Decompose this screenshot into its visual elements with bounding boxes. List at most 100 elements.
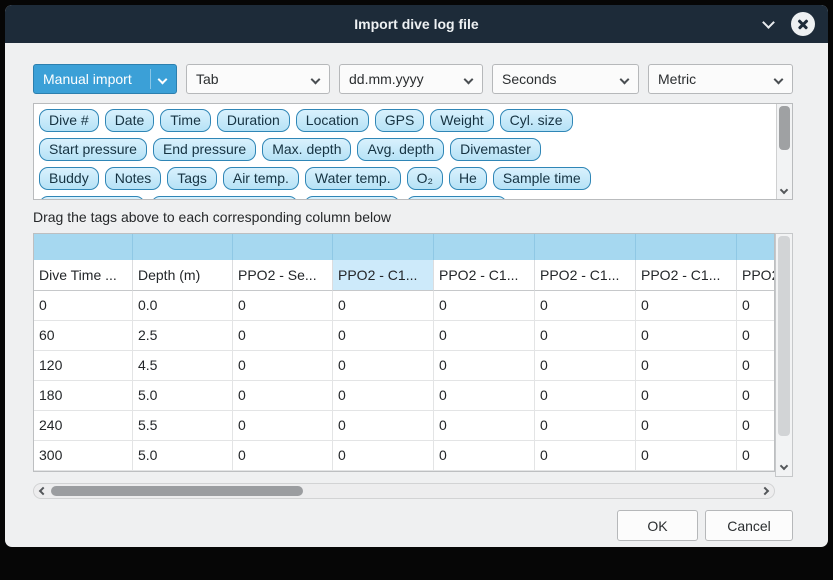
table-row: 00.0000000 xyxy=(34,291,775,321)
table-cell: 0 xyxy=(737,321,775,351)
chevron-down-icon xyxy=(464,75,474,85)
drag-tag[interactable]: Tags xyxy=(167,167,217,190)
field-separator-select[interactable]: Tab xyxy=(186,64,330,94)
window-title: Import dive log file xyxy=(354,16,478,32)
drop-target-cell[interactable] xyxy=(434,234,535,260)
drop-target-cell[interactable] xyxy=(737,234,775,260)
drag-tag[interactable]: He xyxy=(449,167,487,190)
drag-tag[interactable]: Water temp. xyxy=(305,167,401,190)
close-button[interactable] xyxy=(791,12,815,36)
chevron-left-icon[interactable] xyxy=(39,487,47,495)
drag-tag[interactable]: Air temp. xyxy=(223,167,299,190)
table-cell: 0 xyxy=(333,381,434,411)
chevron-down-icon xyxy=(620,75,630,85)
drag-tag[interactable]: Sample time xyxy=(493,167,591,190)
chevron-down-icon xyxy=(774,75,784,85)
table-horizontal-scrollbar[interactable] xyxy=(33,483,775,499)
table-row: 1204.5000000 xyxy=(34,351,775,381)
table-cell: 0 xyxy=(535,321,636,351)
table-cell: 0 xyxy=(737,441,775,471)
import-mode-select[interactable]: Manual import xyxy=(33,64,177,94)
table-cell: 0 xyxy=(233,381,333,411)
table-vertical-scrollbar[interactable] xyxy=(775,233,793,477)
tag-row: Start pressure End pressure Max. depth Avg.… xyxy=(39,138,775,161)
chevron-down-glyph xyxy=(762,16,775,29)
column-header[interactable]: PPO2 - C1... xyxy=(636,260,737,291)
drag-tag[interactable]: Divemaster xyxy=(450,138,541,161)
table-cell: 0 xyxy=(636,321,737,351)
table-cell: 0 xyxy=(535,441,636,471)
tags-scrollbar[interactable] xyxy=(776,104,792,199)
column-header[interactable]: PPO2 - C1... xyxy=(535,260,636,291)
field-separator-value: Tab xyxy=(196,71,219,87)
units-select[interactable]: Metric xyxy=(648,64,793,94)
drag-tag[interactable]: Max. depth xyxy=(262,138,351,161)
drop-target-cell[interactable] xyxy=(333,234,434,260)
drag-tag[interactable]: O₂ xyxy=(407,167,443,190)
chevron-down-icon[interactable] xyxy=(780,462,788,470)
drop-target-cell[interactable] xyxy=(535,234,636,260)
duration-format-select[interactable]: Seconds xyxy=(492,64,639,94)
drag-tag[interactable]: Start pressure xyxy=(39,138,147,161)
drag-tag[interactable]: Notes xyxy=(105,167,162,190)
chevron-down-icon xyxy=(311,75,321,85)
chevron-down-icon[interactable] xyxy=(780,186,788,194)
table-cell: 240 xyxy=(34,411,133,441)
drag-hint-text: Drag the tags above to each correspondin… xyxy=(33,209,391,225)
table-cell: 180 xyxy=(34,381,133,411)
drag-tag[interactable]: Time xyxy=(160,109,211,132)
date-format-value: dd.mm.yyyy xyxy=(349,71,424,87)
drag-tag[interactable]: Cyl. size xyxy=(500,109,573,132)
date-format-select[interactable]: dd.mm.yyyy xyxy=(339,64,483,94)
drag-tag[interactable]: Avg. depth xyxy=(357,138,444,161)
table-cell: 0 xyxy=(233,321,333,351)
table-body: 00.0000000602.50000001204.50000001805.00… xyxy=(34,291,774,471)
drag-tag[interactable]: Dive # xyxy=(39,109,99,132)
preview-table: Dive Time ...Depth (m)PPO2 - Se...PPO2 -… xyxy=(33,233,775,472)
drop-target-cell[interactable] xyxy=(34,234,133,260)
drop-target-row xyxy=(34,234,775,260)
scrollbar-thumb[interactable] xyxy=(779,106,790,150)
table-cell: 300 xyxy=(34,441,133,471)
drop-target-cell[interactable] xyxy=(636,234,737,260)
column-header[interactable]: PPO2 - C1... xyxy=(737,260,775,291)
drag-tag[interactable]: Weight xyxy=(430,109,493,132)
table-cell: 0 xyxy=(636,441,737,471)
table-cell: 4.5 xyxy=(133,351,233,381)
table-cell: 0 xyxy=(333,351,434,381)
scrollbar-thumb[interactable] xyxy=(51,486,303,496)
column-header[interactable]: PPO2 - Se... xyxy=(233,260,333,291)
column-header[interactable]: Depth (m) xyxy=(133,260,233,291)
chevron-down-icon xyxy=(158,75,168,85)
scrollbar-thumb[interactable] xyxy=(778,236,790,436)
drag-tag[interactable]: Sample temperature xyxy=(151,196,298,199)
drag-tag[interactable]: Duration xyxy=(217,109,290,132)
table-cell: 0 xyxy=(434,291,535,321)
column-header[interactable]: PPO2 - C1... xyxy=(434,260,535,291)
drag-tag[interactable]: End pressure xyxy=(153,138,256,161)
titlebar[interactable]: Import dive log file xyxy=(5,5,828,43)
table-cell: 0 xyxy=(434,441,535,471)
drag-tag[interactable]: GPS xyxy=(375,109,425,132)
column-header[interactable]: Dive Time ... xyxy=(34,260,133,291)
drag-tag[interactable]: Location xyxy=(296,109,369,132)
drop-target-cell[interactable] xyxy=(233,234,333,260)
cancel-button[interactable]: Cancel xyxy=(705,510,793,541)
drag-tag[interactable]: Buddy xyxy=(39,167,99,190)
column-header[interactable]: PPO2 - C1... xyxy=(333,260,434,291)
chevron-down-icon[interactable] xyxy=(762,17,776,31)
table-row: 2405.5000000 xyxy=(34,411,775,441)
table-cell: 120 xyxy=(34,351,133,381)
drag-tag[interactable]: Date xyxy=(105,109,155,132)
chevron-right-icon[interactable] xyxy=(761,487,769,495)
tags-panel: Dive # DateTime Duration Location GPSWeight C… xyxy=(33,103,793,200)
drag-tag[interactable]: Sample pO₂ xyxy=(304,196,399,199)
table-cell: 0 xyxy=(636,381,737,411)
ok-button[interactable]: OK xyxy=(617,510,698,541)
drag-tag[interactable]: Sample CNS xyxy=(406,196,507,199)
duration-format-value: Seconds xyxy=(502,71,556,87)
drag-tag[interactable]: Sample depth xyxy=(39,196,145,199)
table-cell: 0 xyxy=(233,441,333,471)
drop-target-cell[interactable] xyxy=(133,234,233,260)
units-value: Metric xyxy=(658,71,696,87)
